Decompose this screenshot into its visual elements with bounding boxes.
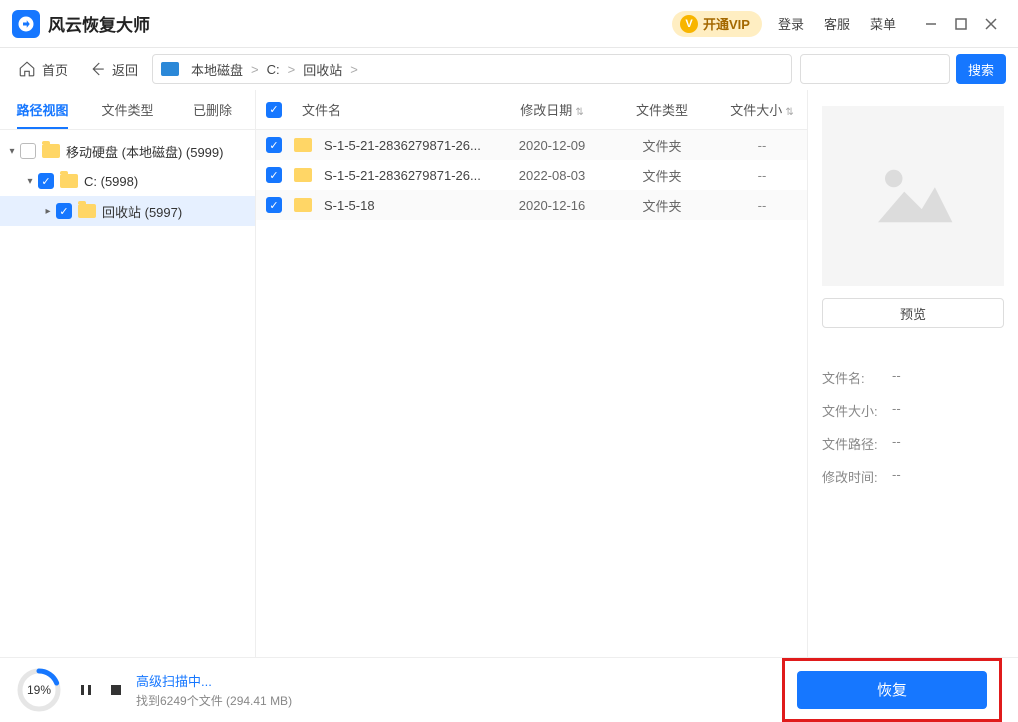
file-date: 2020-12-16: [497, 198, 607, 213]
tree-node[interactable]: ▾ ✓ C: (5998): [0, 166, 255, 196]
row-checkbox[interactable]: ✓: [266, 137, 282, 153]
file-size: --: [717, 138, 807, 153]
col-header-type[interactable]: 文件类型: [607, 100, 717, 119]
file-size: --: [717, 198, 807, 213]
vip-label: 开通VIP: [703, 14, 750, 33]
breadcrumb-item[interactable]: 本地磁盘: [191, 60, 243, 79]
home-icon: [18, 60, 36, 78]
tree-label: C: (5998): [84, 174, 138, 189]
folder-icon: [294, 138, 312, 152]
preview-panel: 预览 文件名:-- 文件大小:-- 文件路径:-- 修改时间:--: [808, 90, 1018, 657]
file-table: ✓ 文件名 修改日期⇅ 文件类型 文件大小⇅ ✓ S-1-5-21-283627…: [256, 90, 808, 657]
scan-status: 高级扫描中... 找到6249个文件 (294.41 MB): [136, 671, 292, 709]
select-all-checkbox[interactable]: ✓: [266, 102, 282, 118]
file-size: --: [717, 168, 807, 183]
tree-checkbox[interactable]: ✓: [38, 173, 54, 189]
scan-subtitle: 找到6249个文件 (294.41 MB): [136, 692, 292, 709]
row-checkbox[interactable]: ✓: [266, 167, 282, 183]
preview-button[interactable]: 预览: [822, 298, 1004, 328]
col-header-size[interactable]: 文件大小⇅: [717, 100, 807, 119]
titlebar: 风云恢复大师 V 开通VIP 登录 客服 菜单: [0, 0, 1018, 48]
tree-label: 回收站 (5997): [102, 202, 182, 221]
table-row[interactable]: ✓ S-1-5-21-2836279871-26... 2022-08-03 文…: [256, 160, 807, 190]
bottom-bar: 19% 高级扫描中... 找到6249个文件 (294.41 MB) 恢复: [0, 657, 1018, 721]
recover-button[interactable]: 恢复: [797, 671, 987, 709]
scan-title: 高级扫描中...: [136, 671, 292, 690]
info-row-mtime: 修改时间:--: [822, 467, 1004, 486]
app-title: 风云恢复大师: [48, 11, 150, 36]
tree-checkbox[interactable]: [20, 143, 36, 159]
breadcrumb-item[interactable]: C:: [267, 62, 280, 77]
file-type: 文件夹: [607, 136, 717, 155]
sort-icon: ⇅: [785, 107, 793, 118]
folder-icon: [60, 174, 78, 188]
sort-icon: ⇅: [575, 107, 583, 118]
col-header-date[interactable]: 修改日期⇅: [497, 100, 607, 119]
menu-link[interactable]: 菜单: [870, 14, 896, 33]
left-panel: 路径视图 文件类型 已删除 ▾ 移动硬盘 (本地磁盘) (5999) ▾ ✓ C…: [0, 90, 256, 657]
tree-caret-icon[interactable]: ▸: [40, 206, 56, 217]
search-input[interactable]: [800, 54, 950, 84]
file-name: S-1-5-21-2836279871-26...: [324, 138, 481, 153]
search-area: 搜索: [800, 54, 1006, 84]
progress-ring: 19%: [16, 667, 62, 713]
close-button[interactable]: [976, 9, 1006, 39]
tree-node[interactable]: ▸ ✓ 回收站 (5997): [0, 196, 255, 226]
breadcrumb[interactable]: 本地磁盘> C:> 回收站>: [152, 54, 792, 84]
folder-icon: [294, 168, 312, 182]
info-row-path: 文件路径:--: [822, 434, 1004, 453]
toolbar: 首页 返回 本地磁盘> C:> 回收站> 搜索: [0, 48, 1018, 90]
file-type: 文件夹: [607, 166, 717, 185]
file-date: 2020-12-09: [497, 138, 607, 153]
table-body: ✓ S-1-5-21-2836279871-26... 2020-12-09 文…: [256, 130, 807, 220]
disk-icon: [161, 62, 179, 76]
table-row[interactable]: ✓ S-1-5-18 2020-12-16 文件夹 --: [256, 190, 807, 220]
support-link[interactable]: 客服: [824, 14, 850, 33]
table-row[interactable]: ✓ S-1-5-21-2836279871-26... 2020-12-09 文…: [256, 130, 807, 160]
preview-placeholder: [822, 106, 1004, 286]
tab-file-type[interactable]: 文件类型: [85, 90, 170, 129]
table-header: ✓ 文件名 修改日期⇅ 文件类型 文件大小⇅: [256, 90, 807, 130]
folder-icon: [294, 198, 312, 212]
home-label: 首页: [42, 60, 68, 79]
tab-path-view[interactable]: 路径视图: [0, 90, 85, 129]
tree-node[interactable]: ▾ 移动硬盘 (本地磁盘) (5999): [0, 136, 255, 166]
file-name: S-1-5-18: [324, 198, 375, 213]
row-checkbox[interactable]: ✓: [266, 197, 282, 213]
vip-badge[interactable]: V 开通VIP: [672, 11, 762, 37]
info-row-size: 文件大小:--: [822, 401, 1004, 420]
directory-tree: ▾ 移动硬盘 (本地磁盘) (5999) ▾ ✓ C: (5998) ▸ ✓ 回…: [0, 130, 255, 232]
file-date: 2022-08-03: [497, 168, 607, 183]
back-button[interactable]: 返回: [82, 54, 144, 84]
breadcrumb-item[interactable]: 回收站: [303, 60, 342, 79]
tab-deleted[interactable]: 已删除: [170, 90, 255, 129]
vip-icon: V: [680, 15, 698, 33]
stop-button[interactable]: [106, 680, 126, 700]
login-link[interactable]: 登录: [778, 14, 804, 33]
info-row-name: 文件名:--: [822, 368, 1004, 387]
image-placeholder-icon: [868, 161, 958, 231]
pause-button[interactable]: [76, 680, 96, 700]
back-label: 返回: [112, 60, 138, 79]
maximize-button[interactable]: [946, 9, 976, 39]
file-name: S-1-5-21-2836279871-26...: [324, 168, 481, 183]
app-logo-icon: [12, 10, 40, 38]
main-area: 路径视图 文件类型 已删除 ▾ 移动硬盘 (本地磁盘) (5999) ▾ ✓ C…: [0, 90, 1018, 657]
back-arrow-icon: [88, 60, 106, 78]
minimize-button[interactable]: [916, 9, 946, 39]
left-tabs: 路径视图 文件类型 已删除: [0, 90, 255, 130]
progress-percent: 19%: [16, 667, 62, 713]
home-button[interactable]: 首页: [12, 54, 74, 84]
folder-icon: [78, 204, 96, 218]
file-type: 文件夹: [607, 196, 717, 215]
tree-checkbox[interactable]: ✓: [56, 203, 72, 219]
folder-icon: [42, 144, 60, 158]
search-button[interactable]: 搜索: [956, 54, 1006, 84]
col-header-name[interactable]: 文件名: [294, 100, 497, 119]
recover-highlight: 恢复: [782, 658, 1002, 722]
tree-label: 移动硬盘 (本地磁盘) (5999): [66, 142, 223, 161]
tree-caret-icon[interactable]: ▾: [22, 176, 38, 187]
tree-caret-icon[interactable]: ▾: [4, 146, 20, 157]
